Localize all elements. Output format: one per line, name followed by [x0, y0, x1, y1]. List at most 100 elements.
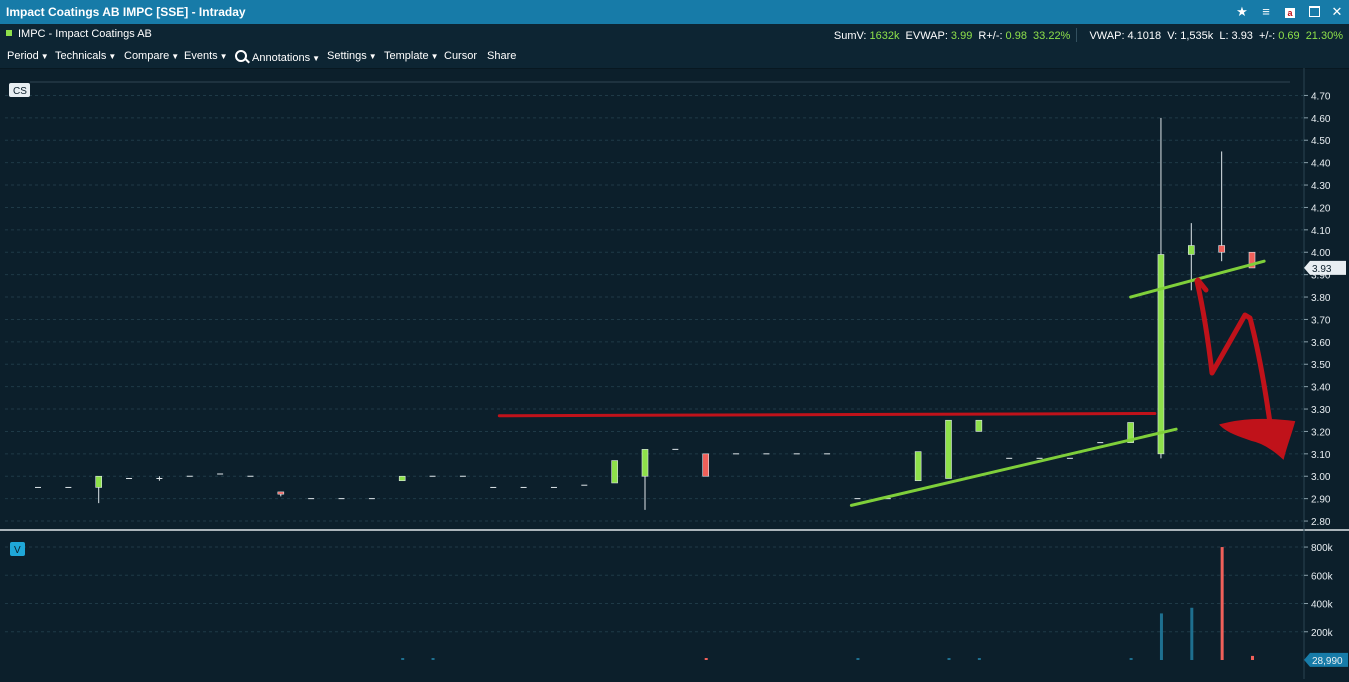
candle-body — [914, 451, 922, 482]
price-tick-label: 4.00 — [1311, 248, 1331, 259]
chevron-down-icon: ▼ — [312, 54, 321, 63]
menu-technicals-label: Technicals — [55, 50, 107, 62]
series-color-marker — [6, 30, 12, 36]
list-icon[interactable]: ≡ — [1257, 3, 1275, 21]
candle-body — [611, 460, 618, 484]
symbol-name: IMPC - Impact Coatings AB — [18, 28, 152, 40]
star-icon[interactable]: ★ — [1233, 3, 1251, 21]
candle-body — [945, 419, 952, 479]
last-volume-label: 28,990 — [1312, 656, 1343, 667]
price-tick-label: 2.80 — [1311, 517, 1331, 528]
price-tick-label: 3.10 — [1311, 450, 1331, 461]
volume-panel-badge: V — [14, 545, 21, 556]
chevron-down-icon: ▼ — [171, 52, 180, 61]
price-panel-bg — [5, 78, 1304, 530]
candle-body — [641, 449, 649, 477]
evwap-value: 3.99 — [950, 30, 973, 42]
volume-tick-label: 800k — [1311, 543, 1334, 554]
price-tick-label: 3.80 — [1311, 293, 1331, 304]
chevron-down-icon: ▼ — [368, 52, 377, 61]
menu-events[interactable]: Events ▼ — [184, 50, 228, 62]
l-value: 3.93 — [1231, 30, 1253, 42]
candle-body — [702, 453, 710, 477]
menu-period-label: Period — [7, 50, 39, 62]
menu-settings[interactable]: Settings ▼ — [327, 50, 377, 62]
price-tick-label: 3.50 — [1311, 360, 1331, 371]
menu-cursor[interactable]: Cursor — [444, 50, 477, 62]
menu-template[interactable]: Template ▼ — [384, 50, 439, 62]
title-bar: Impact Coatings AB IMPC [SSE] - Intraday… — [0, 0, 1349, 24]
pm-label: +/-: — [1259, 30, 1276, 42]
close-icon[interactable]: ✕ — [1328, 3, 1346, 21]
quote-info-bar: IMPC - Impact Coatings AB SumV: 1632k EVW… — [0, 24, 1349, 44]
menu-annotations-label: Annotations — [252, 52, 311, 64]
price-tick-label: 4.60 — [1311, 114, 1331, 125]
candle-body — [95, 475, 102, 488]
stats: SumV: 1632k EVWAP: 3.99 R+/-: 0.98 33.22% V… — [831, 28, 1343, 42]
price-tick-label: 3.20 — [1311, 427, 1331, 438]
price-tick-label: 4.30 — [1311, 181, 1331, 192]
price-tick-label: 4.50 — [1311, 136, 1331, 147]
menu-compare[interactable]: Compare ▼ — [124, 50, 179, 62]
price-axis: 4.704.604.504.404.304.204.104.003.903.80… — [1304, 91, 1346, 528]
menu-share[interactable]: Share — [487, 50, 516, 62]
volume-tick-label: 600k — [1311, 571, 1334, 582]
price-tick-label: 3.60 — [1311, 338, 1331, 349]
chevron-down-icon: ▼ — [430, 52, 439, 61]
price-grid — [0, 68, 1349, 679]
v-value: 1,535k — [1180, 30, 1214, 42]
l-label: L: — [1219, 30, 1229, 42]
price-tick-label: 3.30 — [1311, 405, 1331, 416]
rpm-label: R+/-: — [978, 30, 1003, 42]
chevron-down-icon: ▼ — [40, 52, 49, 61]
price-tick-label: 2.90 — [1311, 495, 1331, 506]
price-panel-badge: CS — [13, 86, 27, 97]
candle-body — [1188, 245, 1195, 255]
sumv-label: SumV: — [833, 30, 867, 42]
menu-template-label: Template — [384, 50, 429, 62]
menu-annotations[interactable]: Annotations ▼ — [235, 50, 320, 64]
volume-bar — [431, 658, 435, 660]
chart-svg[interactable]: 4.704.604.504.404.304.204.104.003.903.80… — [0, 68, 1349, 679]
menu-events-label: Events — [184, 50, 218, 62]
candle-body — [1218, 245, 1225, 253]
evwap-label: EVWAP: — [905, 30, 948, 42]
maximize-icon[interactable] — [1305, 3, 1323, 21]
price-tick-label: 4.20 — [1311, 203, 1331, 214]
menu-technicals[interactable]: Technicals ▼ — [55, 50, 116, 62]
price-tick-label: 4.70 — [1311, 91, 1331, 102]
divider — [1076, 28, 1078, 42]
symbol-label: IMPC - Impact Coatings AB — [6, 28, 152, 40]
volume-bar — [977, 658, 981, 660]
volume-grid — [5, 546, 1304, 633]
chart-area[interactable]: 4.70 4.60 4.50 4.40 4.30 4.20 4.10 4.00 3.90 3.80… — [0, 68, 1349, 679]
volume-bar — [1129, 658, 1133, 660]
sumv-value: 1632k — [869, 30, 900, 42]
volume-bar — [856, 658, 860, 660]
candle-body — [975, 419, 983, 432]
last-price-label: 3.93 — [1312, 264, 1332, 275]
rpm-value: 0.98 — [1005, 30, 1027, 42]
v-label: V: — [1167, 30, 1178, 42]
pm-pct: 21.30% — [1305, 30, 1343, 42]
volume-bar — [947, 658, 951, 660]
price-tick-label: 3.40 — [1311, 383, 1331, 394]
search-icon — [235, 50, 250, 64]
vwap-label: VWAP: — [1089, 30, 1125, 42]
volume-tick-label: 400k — [1311, 600, 1334, 611]
chevron-down-icon: ▼ — [219, 52, 228, 61]
window-title: Impact Coatings AB IMPC [SSE] - Intraday — [6, 5, 246, 19]
volume-bar — [704, 658, 708, 660]
menu-period[interactable]: Period ▼ — [7, 50, 49, 62]
menu-compare-label: Compare — [124, 50, 170, 62]
volume-axis: 800k 600k 400k 200k 28,990 — [1304, 543, 1348, 667]
volume-bar — [1220, 547, 1224, 660]
price-tick-label: 3.00 — [1311, 472, 1331, 483]
price-tick-label: 4.10 — [1311, 226, 1331, 237]
close-box-icon[interactable]: a — [1281, 3, 1299, 21]
volume-bar — [1190, 607, 1194, 660]
candle-body — [1157, 254, 1165, 455]
rpm-pct: 33.22% — [1033, 30, 1071, 42]
menu-cursor-label: Cursor — [444, 50, 478, 62]
menu-settings-label: Settings — [327, 50, 367, 62]
